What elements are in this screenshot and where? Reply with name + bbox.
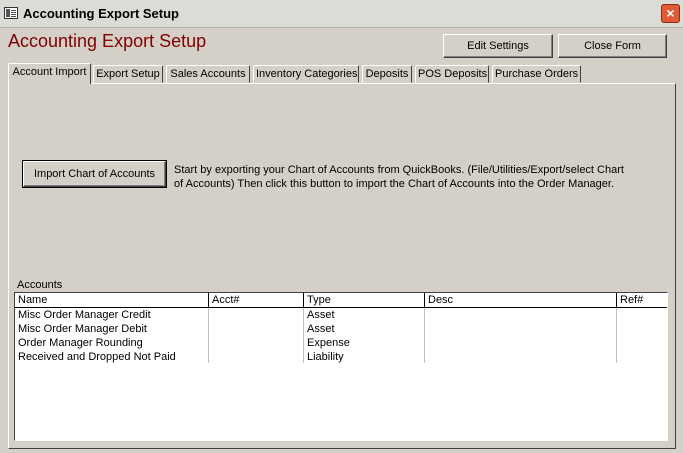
form-title: Accounting Export Setup: [8, 31, 207, 51]
cell-ref: [617, 308, 667, 322]
cell-ref: [617, 350, 667, 364]
cell-type: Expense: [307, 337, 350, 349]
tab-sales-accounts[interactable]: Sales Accounts: [166, 65, 250, 83]
column-header-name[interactable]: Name: [15, 293, 208, 307]
tab-account-import[interactable]: Account Import: [8, 63, 91, 84]
import-chart-label: Import Chart of Accounts: [33, 168, 156, 180]
cell-acct: [209, 308, 303, 322]
cell-ref: [617, 322, 667, 336]
table-row[interactable]: Order Manager Rounding Expense: [15, 336, 667, 350]
import-chart-of-accounts-button[interactable]: Import Chart of Accounts: [22, 160, 167, 188]
cell-type: Asset: [307, 323, 335, 335]
edit-settings-button[interactable]: Edit Settings: [443, 34, 553, 58]
edit-settings-label: Edit Settings: [467, 40, 529, 52]
cell-name: Order Manager Rounding: [18, 337, 143, 349]
tab-pos-deposits[interactable]: POS Deposits: [415, 65, 489, 83]
cell-type: Asset: [307, 309, 335, 321]
table-row[interactable]: Misc Order Manager Credit Asset: [15, 308, 667, 322]
cell-acct: [209, 322, 303, 336]
column-header-ref[interactable]: Ref#: [617, 293, 667, 307]
title-bar: Accounting Export Setup ×: [0, 0, 683, 28]
import-instructions: Start by exporting your Chart of Account…: [174, 164, 624, 190]
close-form-label: Close Form: [584, 40, 641, 52]
tab-export-setup[interactable]: Export Setup: [93, 65, 163, 83]
cell-type: Liability: [307, 351, 344, 363]
cell-name: Misc Order Manager Debit: [18, 323, 147, 335]
close-form-button[interactable]: Close Form: [558, 34, 667, 58]
app-form-icon[interactable]: [4, 7, 18, 19]
tab-deposits[interactable]: Deposits: [362, 65, 412, 83]
accounts-grid[interactable]: Name Acct# Type Desc Ref# Misc Order Man…: [14, 292, 668, 441]
column-header-type[interactable]: Type: [304, 293, 424, 307]
cell-name: Received and Dropped Not Paid: [18, 351, 176, 363]
tab-inventory-categories[interactable]: Inventory Categories: [253, 65, 359, 83]
cell-acct: [209, 336, 303, 350]
table-row[interactable]: Received and Dropped Not Paid Liability: [15, 350, 667, 364]
cell-acct: [209, 350, 303, 364]
cell-desc: [425, 308, 616, 322]
cell-name: Misc Order Manager Credit: [18, 309, 151, 321]
column-header-desc[interactable]: Desc: [425, 293, 616, 307]
window-close-button[interactable]: ×: [661, 4, 680, 23]
grid-header: Name Acct# Type Desc Ref#: [15, 293, 667, 308]
accounts-label: Accounts: [17, 279, 63, 291]
table-row[interactable]: Misc Order Manager Debit Asset: [15, 322, 667, 336]
column-header-acct[interactable]: Acct#: [209, 293, 303, 307]
cell-desc: [425, 322, 616, 336]
tab-purchase-orders[interactable]: Purchase Orders: [492, 65, 581, 83]
cell-desc: [425, 336, 616, 350]
window-title: Accounting Export Setup: [23, 6, 179, 21]
cell-desc: [425, 350, 616, 364]
cell-ref: [617, 336, 667, 350]
